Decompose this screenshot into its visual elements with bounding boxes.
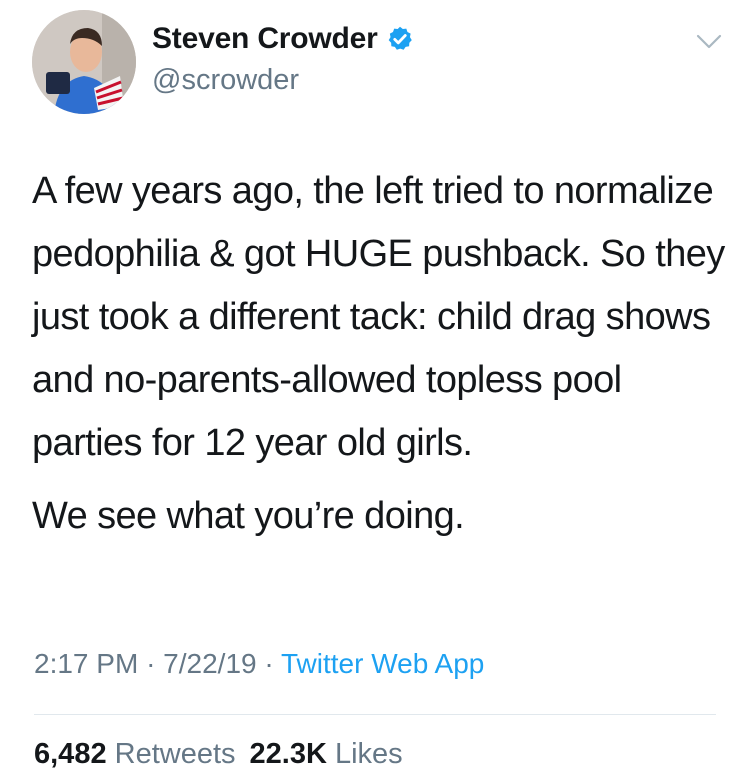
meta-separator: · — [264, 648, 274, 679]
likes-label: Likes — [334, 738, 403, 770]
tweet-text: We see what you’re doing. — [32, 495, 465, 537]
likes-count: 22.3K — [249, 738, 327, 770]
tweet-body: A few years ago, the left tried to norma… — [32, 160, 732, 548]
author-name-row[interactable]: Steven Crowder — [152, 22, 414, 56]
verified-badge-icon — [386, 25, 414, 53]
tweet-date[interactable]: 7/22/19 — [163, 648, 256, 679]
chevron-down-icon[interactable] — [694, 30, 724, 52]
avatar[interactable] — [32, 10, 136, 114]
author-handle[interactable]: @scrowder — [152, 64, 299, 97]
tweet-text: A few years ago, the left tried to norma… — [32, 170, 725, 464]
display-name[interactable]: Steven Crowder — [152, 22, 378, 56]
tweet-time[interactable]: 2:17 PM — [34, 648, 138, 679]
retweets-stat[interactable]: 6,482 Retweets — [34, 738, 236, 770]
likes-stat[interactable]: 22.3K Likes — [250, 738, 403, 770]
meta-separator: · — [146, 648, 156, 679]
avatar-photo — [32, 10, 136, 114]
tweet-meta: 2:17 PM · 7/22/19 · Twitter Web App — [34, 648, 484, 680]
divider — [34, 714, 716, 715]
retweets-count: 6,482 — [34, 738, 107, 770]
tweet-source-link[interactable]: Twitter Web App — [281, 648, 484, 679]
tweet-stats: 6,482 Retweets 22.3K Likes — [34, 738, 403, 771]
retweets-label: Retweets — [114, 738, 236, 770]
